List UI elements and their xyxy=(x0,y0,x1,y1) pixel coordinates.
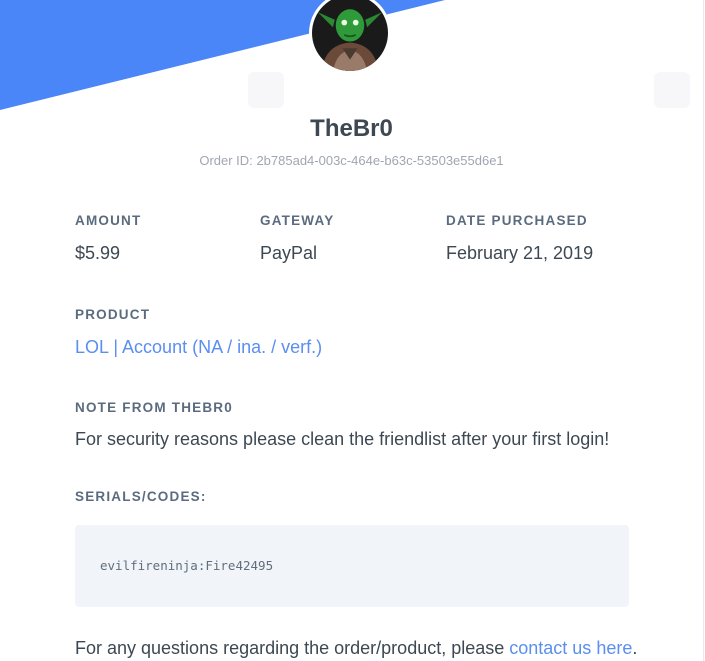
product-link[interactable]: LOL | Account (NA / ina. / verf.) xyxy=(75,337,322,358)
order-id-label: Order ID: xyxy=(199,153,253,168)
contact-us-link[interactable]: contact us here xyxy=(509,638,632,658)
serial-code-box[interactable]: evilfireninja:Fire42495 xyxy=(75,525,629,607)
amount-value: $5.99 xyxy=(75,243,121,263)
nav-prev-icon[interactable] xyxy=(248,72,284,108)
date-value: February 21, 2019 xyxy=(446,243,594,263)
date-label: DATE PURCHASED xyxy=(446,213,588,228)
product-label: PRODUCT xyxy=(75,307,151,322)
footer-text-suffix: . xyxy=(632,638,638,658)
nav-next-icon[interactable] xyxy=(654,72,690,108)
footer-text-prefix: For any questions regarding the order/pr… xyxy=(75,638,510,658)
serials-label: SERIALS/CODES: xyxy=(75,489,207,504)
yoda-avatar-icon xyxy=(312,0,388,71)
order-card: TheBr0 Order ID: 2b785ad4-003c-464e-b63c… xyxy=(0,0,704,661)
serial-code[interactable]: evilfireninja:Fire42495 xyxy=(100,558,273,573)
gateway-value: PayPal xyxy=(260,243,318,263)
order-id-value: 2b785ad4-003c-464e-b63c-53503e55d6e1 xyxy=(256,153,504,168)
note-text: For security reasons please clean the fr… xyxy=(75,429,610,449)
seller-name: TheBr0 xyxy=(310,115,393,142)
note-label: NOTE FROM THEBR0 xyxy=(75,400,233,415)
footer-help-text: For any questions regarding the order/pr… xyxy=(75,638,637,659)
amount-label: AMOUNT xyxy=(75,213,142,228)
order-id-line: Order ID: 2b785ad4-003c-464e-b63c-53503e… xyxy=(0,153,703,168)
gateway-label: GATEWAY xyxy=(260,213,335,228)
